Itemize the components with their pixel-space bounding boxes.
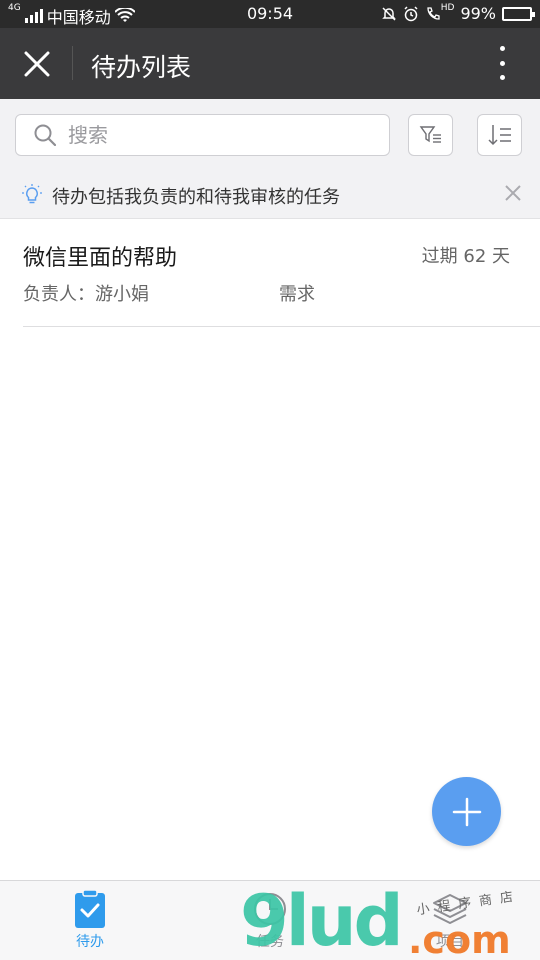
task-list-item[interactable]: 微信里面的帮助 过期 62 天 负责人：游小娟 需求 bbox=[0, 220, 540, 327]
more-dot-icon bbox=[499, 46, 505, 51]
search-box[interactable] bbox=[15, 114, 390, 156]
sort-icon bbox=[487, 125, 511, 146]
filter-icon bbox=[419, 126, 441, 143]
tab-label: 项目 bbox=[436, 934, 464, 950]
sort-button[interactable] bbox=[477, 114, 522, 156]
search-toolbar bbox=[0, 99, 540, 172]
clipboard-check-icon bbox=[75, 889, 105, 928]
clock-icon bbox=[254, 893, 286, 925]
status-right: HD 99% bbox=[381, 3, 535, 23]
add-task-button[interactable] bbox=[432, 777, 501, 846]
close-icon bbox=[505, 185, 521, 201]
search-icon bbox=[34, 124, 56, 146]
alarm-icon bbox=[404, 5, 418, 21]
bottom-tab-bar: 待办 任务 项目 bbox=[0, 880, 540, 960]
battery-percent: 99% bbox=[460, 4, 496, 23]
more-menu-button[interactable] bbox=[492, 46, 512, 80]
more-dot-icon bbox=[499, 60, 505, 66]
plus-icon bbox=[452, 797, 481, 826]
search-input[interactable] bbox=[68, 123, 358, 147]
app-bar: 待办列表 bbox=[0, 28, 540, 99]
mute-bell-icon bbox=[381, 6, 396, 21]
more-dot-icon bbox=[499, 75, 505, 80]
page-title: 待办列表 bbox=[91, 53, 192, 82]
tab-label: 待办 bbox=[76, 934, 104, 950]
task-type: 需求 bbox=[279, 284, 315, 305]
tip-text: 待办包括我负责的和待我审核的任务 bbox=[52, 187, 340, 208]
hd-call-icon bbox=[427, 6, 440, 20]
tab-icon-wrap bbox=[252, 889, 288, 929]
lightbulb-icon bbox=[22, 184, 42, 204]
layers-icon bbox=[433, 894, 467, 924]
tab-label: 任务 bbox=[256, 934, 284, 950]
status-bar: 4G 中国移动 09:54 HD 99% bbox=[0, 0, 540, 28]
close-button[interactable] bbox=[18, 45, 56, 83]
app-bar-divider bbox=[72, 46, 73, 80]
task-overdue-label: 过期 62 天 bbox=[421, 246, 510, 267]
tab-tasks[interactable]: 任务 bbox=[180, 881, 360, 960]
tip-close-button[interactable] bbox=[504, 181, 522, 207]
tab-projects[interactable]: 项目 bbox=[360, 881, 540, 960]
task-separator bbox=[23, 326, 540, 327]
task-title: 微信里面的帮助 bbox=[23, 246, 178, 271]
tab-icon-wrap bbox=[74, 889, 106, 929]
filter-button[interactable] bbox=[408, 114, 453, 156]
tip-banner: 待办包括我负责的和待我审核的任务 bbox=[0, 172, 540, 219]
task-owner: 负责人：游小娟 bbox=[23, 284, 149, 305]
tab-todo[interactable]: 待办 bbox=[0, 881, 180, 960]
hd-badge: HD bbox=[440, 3, 455, 13]
close-icon bbox=[24, 51, 50, 77]
tab-icon-wrap bbox=[431, 889, 469, 929]
battery-icon bbox=[502, 6, 535, 21]
